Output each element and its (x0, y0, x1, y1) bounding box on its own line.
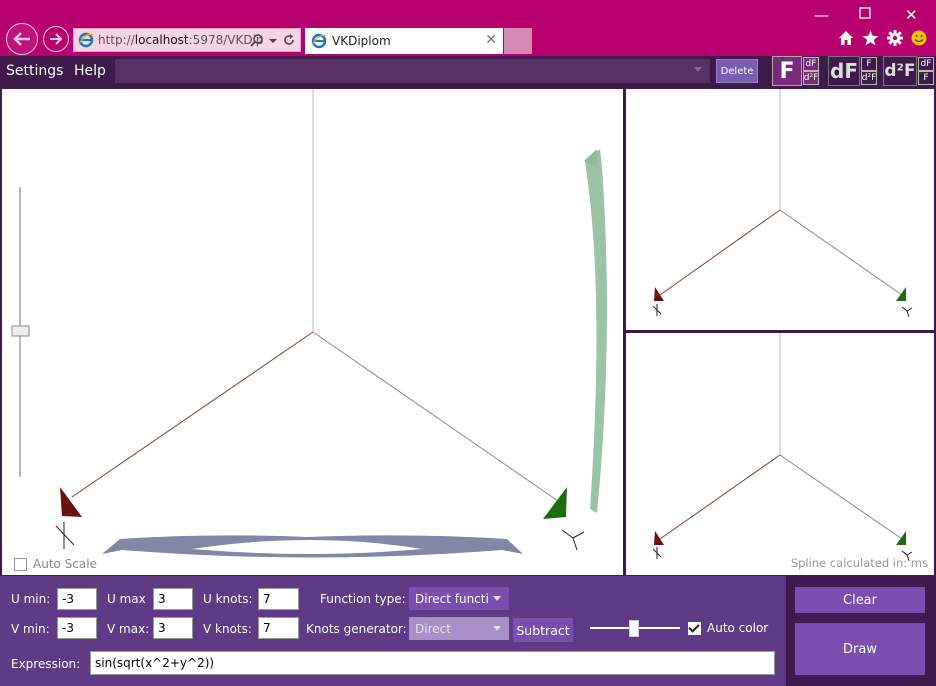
mode-d2f-f-label: F (918, 71, 934, 85)
maximize-icon[interactable] (859, 5, 871, 23)
v-knots-label: V knots: (203, 622, 252, 636)
chevron-down-icon (694, 67, 702, 72)
rotate-vertical-arrow[interactable] (585, 149, 607, 513)
clear-button[interactable]: Clear (795, 587, 925, 613)
zoom-slider[interactable] (11, 187, 30, 477)
minimize-icon[interactable]: — (814, 6, 829, 24)
controls-panel: U min: -3 U max 3 U knots: 7 Function ty… (0, 576, 936, 686)
url-prefix: http:// (98, 33, 135, 47)
auto-scale-label: Auto Scale (33, 557, 97, 571)
back-arrow-icon (13, 32, 30, 46)
u-knots-input[interactable]: 7 (258, 588, 299, 610)
menu-settings[interactable]: Settings (6, 63, 63, 79)
mode-df-d2f-label: d²F (861, 71, 877, 85)
u-max-label: U max (107, 592, 146, 606)
mode-df-label: dF (830, 59, 858, 83)
back-button[interactable] (6, 23, 38, 55)
y-axis-arrow (543, 487, 567, 519)
auto-color-toggle[interactable]: Auto color (688, 621, 768, 635)
v-max-input[interactable]: 3 (153, 617, 193, 639)
function-type-value: Direct functi (415, 591, 489, 606)
v-min-input[interactable]: -3 (57, 617, 97, 639)
subtract-button[interactable]: Subtract (513, 618, 573, 642)
browser-chrome: http://localhost:5978/VKDip VKDiplom ✕ — (0, 0, 936, 56)
y-axis-label (561, 529, 585, 551)
u-max-input[interactable]: 3 (153, 588, 193, 610)
x-axis-arrow (60, 487, 82, 517)
refresh-icon[interactable] (282, 33, 296, 47)
auto-scale-toggle[interactable]: Auto Scale (14, 557, 97, 571)
x-axis (71, 331, 314, 498)
ie-logo-icon (78, 32, 94, 48)
main-area: Auto Scale Spline calculated in: ms (0, 88, 936, 576)
v-min-label: V min: (11, 622, 50, 636)
function-type-label: Function type: (320, 592, 406, 606)
auto-scale-checkbox[interactable] (14, 557, 27, 571)
mode-d2f-df-label: dF (918, 57, 934, 71)
derivative-viewport-1[interactable] (626, 89, 934, 330)
v-knots-input[interactable]: 7 (258, 617, 299, 639)
smiley-icon[interactable] (911, 30, 927, 46)
expression-label: Expression: (11, 657, 81, 671)
mode-f-df-label: dF (803, 57, 819, 71)
mode-d2f-button[interactable]: d²F dF F (883, 56, 934, 86)
mode-df-button[interactable]: dF F d²F (828, 56, 877, 86)
mode-f-button[interactable]: F dF d²F (772, 56, 819, 86)
knots-generator-value: Direct (415, 621, 451, 636)
mode-f-d2f-label: d²F (803, 71, 819, 85)
v-max-label: V max: (107, 622, 150, 636)
close-window-icon[interactable]: ✕ (905, 6, 918, 24)
knots-generator-label: Knots generator: (306, 622, 407, 636)
y-axis (312, 331, 559, 502)
dropdown-icon[interactable] (269, 33, 277, 47)
forward-button[interactable] (43, 26, 69, 52)
address-bar[interactable]: http://localhost:5978/VKDip (73, 28, 301, 52)
forward-arrow-icon (50, 33, 63, 45)
tab-title: VKDiplom (332, 34, 391, 48)
gear-icon[interactable] (887, 30, 903, 46)
menu-help[interactable]: Help (74, 63, 106, 79)
chevron-down-icon (493, 596, 501, 601)
ie-logo-icon (311, 33, 327, 49)
chevron-down-icon (493, 626, 501, 631)
u-min-label: U min: (11, 592, 51, 606)
url-host: localhost (134, 33, 189, 47)
u-knots-label: U knots: (203, 592, 253, 606)
color-slider-thumb[interactable] (629, 620, 639, 637)
knots-generator-select[interactable]: Direct (409, 617, 509, 640)
derivative-viewport-2[interactable]: Spline calculated in: ms (626, 333, 934, 575)
home-icon[interactable] (838, 30, 854, 46)
draw-button[interactable]: Draw (795, 623, 925, 675)
new-tab-button[interactable] (504, 28, 532, 54)
auto-color-checkbox[interactable] (688, 621, 701, 635)
expression-input[interactable]: sin(sqrt(x^2+y^2)) (90, 651, 775, 675)
auto-color-label: Auto color (707, 621, 769, 635)
delete-button[interactable]: Delete (716, 59, 758, 83)
search-icon[interactable] (250, 33, 264, 47)
mode-df-f-label: F (861, 57, 877, 71)
mode-d2f-label: d²F (884, 61, 916, 81)
app-menubar: Settings Help Delete F dF d²F dF F d²F d… (0, 56, 936, 88)
star-icon[interactable] (862, 30, 879, 46)
tab-vkdiplom[interactable]: VKDiplom ✕ (305, 28, 503, 54)
zoom-slider-thumb (11, 325, 30, 337)
function-type-select[interactable]: Direct functi (409, 587, 509, 610)
function-select[interactable] (115, 59, 710, 83)
main-viewport[interactable]: Auto Scale (2, 89, 623, 575)
close-tab-icon[interactable]: ✕ (485, 32, 497, 48)
x-axis-label (55, 522, 75, 549)
mode-f-label: F (779, 58, 795, 84)
spline-time-text: Spline calculated in: ms (790, 556, 928, 570)
u-min-input[interactable]: -3 (57, 588, 97, 610)
action-buttons: Clear Draw (786, 576, 936, 686)
